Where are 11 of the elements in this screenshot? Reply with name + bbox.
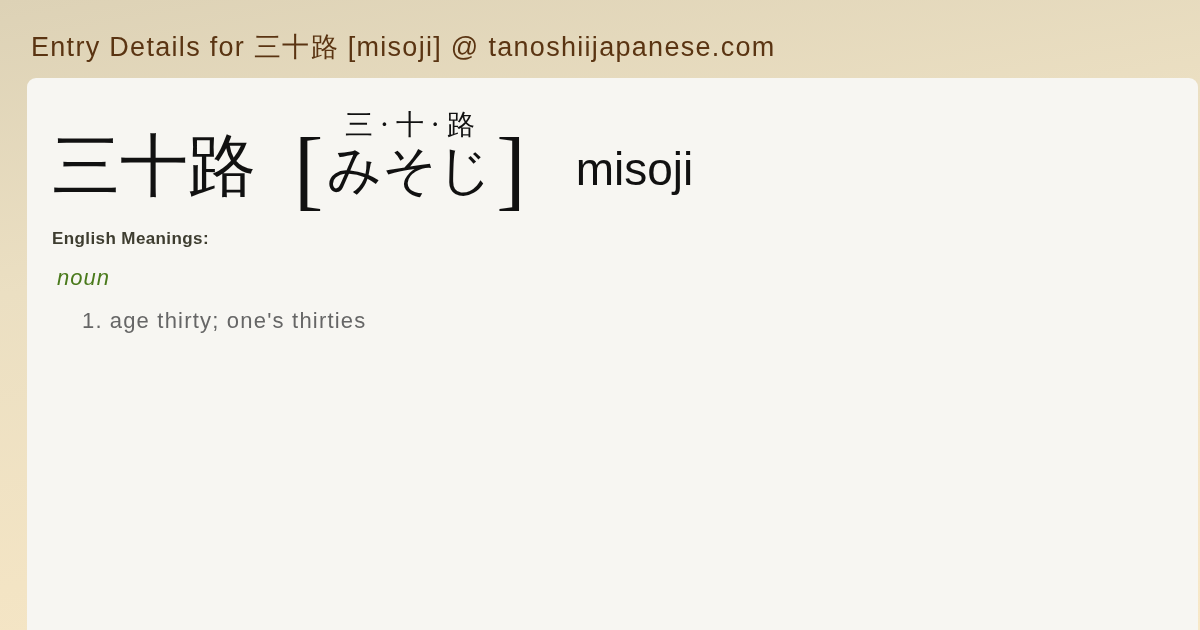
- headword: 三十路: [52, 126, 256, 206]
- furigana: 三·十·路: [343, 110, 482, 140]
- close-bracket: ]: [496, 122, 526, 218]
- romaji-reading: misoji: [575, 142, 694, 196]
- sense-text: age thirty; one's thirties: [109, 307, 367, 335]
- open-bracket: [: [294, 122, 324, 218]
- page-title: Entry Details for 三十路 [misoji] @ tanoshiijapanese.com: [30, 31, 776, 64]
- sense-number: 1.: [82, 307, 103, 335]
- meanings-heading: English Meanings:: [52, 228, 209, 250]
- part-of-speech: noun: [57, 264, 110, 292]
- kana-reading: みそじ: [327, 140, 493, 200]
